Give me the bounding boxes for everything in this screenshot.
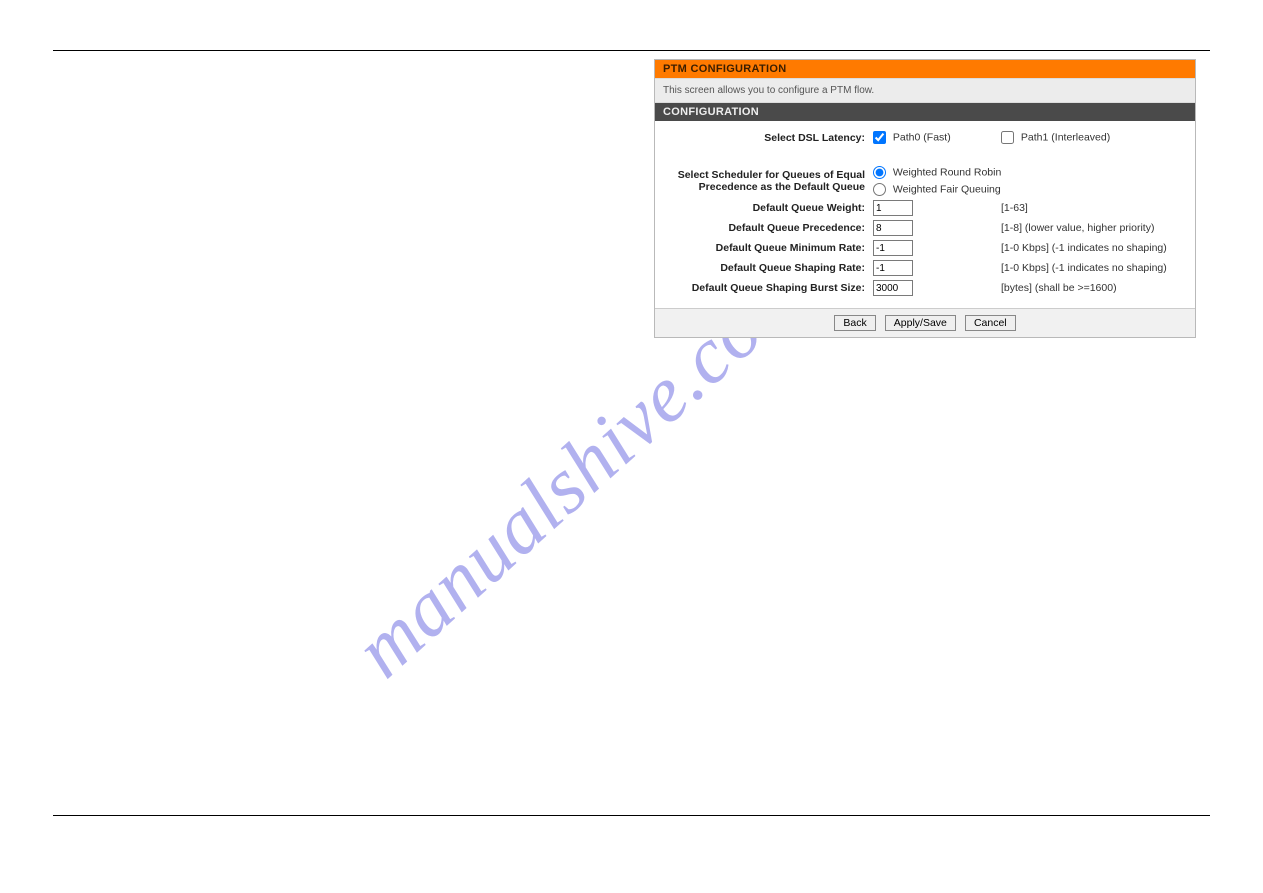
weight-label: Default Queue Weight: [661,198,869,218]
row-precedence: Default Queue Precedence: [1-8] (lower v… [661,218,1189,238]
back-button[interactable]: Back [834,315,875,331]
panel-body: Select DSL Latency: Path0 (Fast) Path1 (… [655,121,1195,308]
shaping-rate-label: Default Queue Shaping Rate: [661,258,869,278]
shaping-rate-input[interactable] [873,260,913,276]
panel-title: PTM CONFIGURATION [655,60,1195,78]
panel-footer: Back Apply/Save Cancel [655,308,1195,337]
row-dsl-latency: Select DSL Latency: Path0 (Fast) Path1 (… [661,129,1189,146]
min-rate-input[interactable] [873,240,913,256]
apply-button[interactable]: Apply/Save [885,315,956,331]
scheduler-wrr-radio[interactable] [873,166,886,179]
path0-checkbox[interactable] [873,131,886,144]
path1-label: Path1 (Interleaved) [1021,131,1110,143]
precedence-input[interactable] [873,220,913,236]
page-divider-bottom [53,815,1210,816]
shaping-rate-hint: [1-0 Kbps] (-1 indicates no shaping) [997,258,1189,278]
row-min-rate: Default Queue Minimum Rate: [1-0 Kbps] (… [661,238,1189,258]
row-shaping-rate: Default Queue Shaping Rate: [1-0 Kbps] (… [661,258,1189,278]
burst-label: Default Queue Shaping Burst Size: [661,278,869,298]
section-title: CONFIGURATION [655,103,1195,121]
scheduler-wfq-label: Weighted Fair Queuing [893,183,1001,195]
weight-hint: [1-63] [997,198,1189,218]
scheduler-wrr-label: Weighted Round Robin [893,166,1001,178]
weight-input[interactable] [873,200,913,216]
precedence-hint: [1-8] (lower value, higher priority) [997,218,1189,238]
burst-input[interactable] [873,280,913,296]
row-weight: Default Queue Weight: [1-63] [661,198,1189,218]
panel-description: This screen allows you to configure a PT… [655,78,1195,103]
path1-checkbox[interactable] [1001,131,1014,144]
row-scheduler: Select Scheduler for Queues of Equal Pre… [661,164,1189,181]
ptm-config-panel: PTM CONFIGURATION This screen allows you… [654,59,1196,338]
scheduler-wfq-radio[interactable] [873,183,886,196]
min-rate-label: Default Queue Minimum Rate: [661,238,869,258]
dsl-latency-label: Select DSL Latency: [661,129,869,146]
path0-label: Path0 (Fast) [893,131,951,143]
cancel-button[interactable]: Cancel [965,315,1016,331]
page-divider-top [53,50,1210,51]
min-rate-hint: [1-0 Kbps] (-1 indicates no shaping) [997,238,1189,258]
scheduler-label: Select Scheduler for Queues of Equal Pre… [661,164,869,198]
row-burst: Default Queue Shaping Burst Size: [bytes… [661,278,1189,298]
precedence-label: Default Queue Precedence: [661,218,869,238]
burst-hint: [bytes] (shall be >=1600) [997,278,1189,298]
